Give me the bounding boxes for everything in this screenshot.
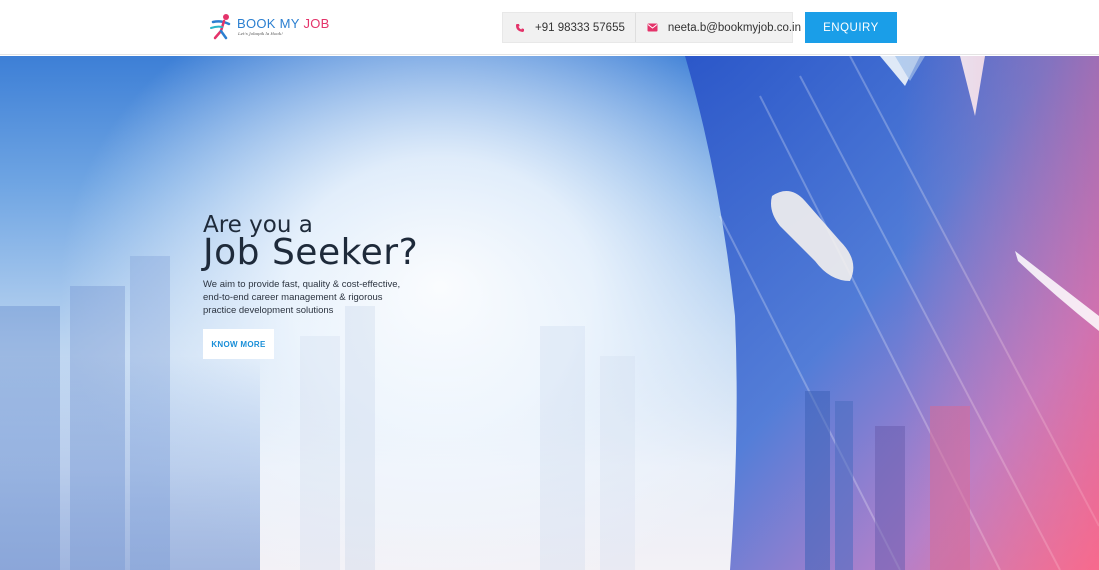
hero-description: We aim to provide fast, quality & cost-e… xyxy=(203,279,401,316)
email-address: neeta.b@bookmyjob.co.in xyxy=(667,21,802,34)
enquiry-button[interactable]: ENQUIRY xyxy=(805,12,897,43)
envelope-icon xyxy=(646,21,660,35)
contact-bar: +91 98333 57655 neeta.b@bookmyjob.co.in xyxy=(502,12,801,43)
phone-contact[interactable]: +91 98333 57655 xyxy=(503,13,635,42)
hero-banner: Are you a Job Seeker? We aim to provide … xyxy=(0,56,1099,570)
brand-name: BOOK MY JOB xyxy=(237,16,330,31)
know-more-button[interactable]: KNOW MORE xyxy=(203,329,274,359)
phone-icon xyxy=(513,21,527,35)
email-contact[interactable]: neeta.b@bookmyjob.co.in xyxy=(634,13,811,42)
brand-tagline: Let's Jobapik la Hook! xyxy=(238,31,283,36)
logo-figure-icon xyxy=(210,14,231,40)
site-header: BOOK MY JOB Let's Jobapik la Hook! +91 9… xyxy=(0,0,1099,55)
hero-heading-large: Job Seeker? xyxy=(203,232,419,273)
brand-logo[interactable]: BOOK MY JOB Let's Jobapik la Hook! xyxy=(209,12,329,42)
hero-background-image xyxy=(0,56,1099,570)
phone-number: +91 98333 57655 xyxy=(535,21,625,34)
